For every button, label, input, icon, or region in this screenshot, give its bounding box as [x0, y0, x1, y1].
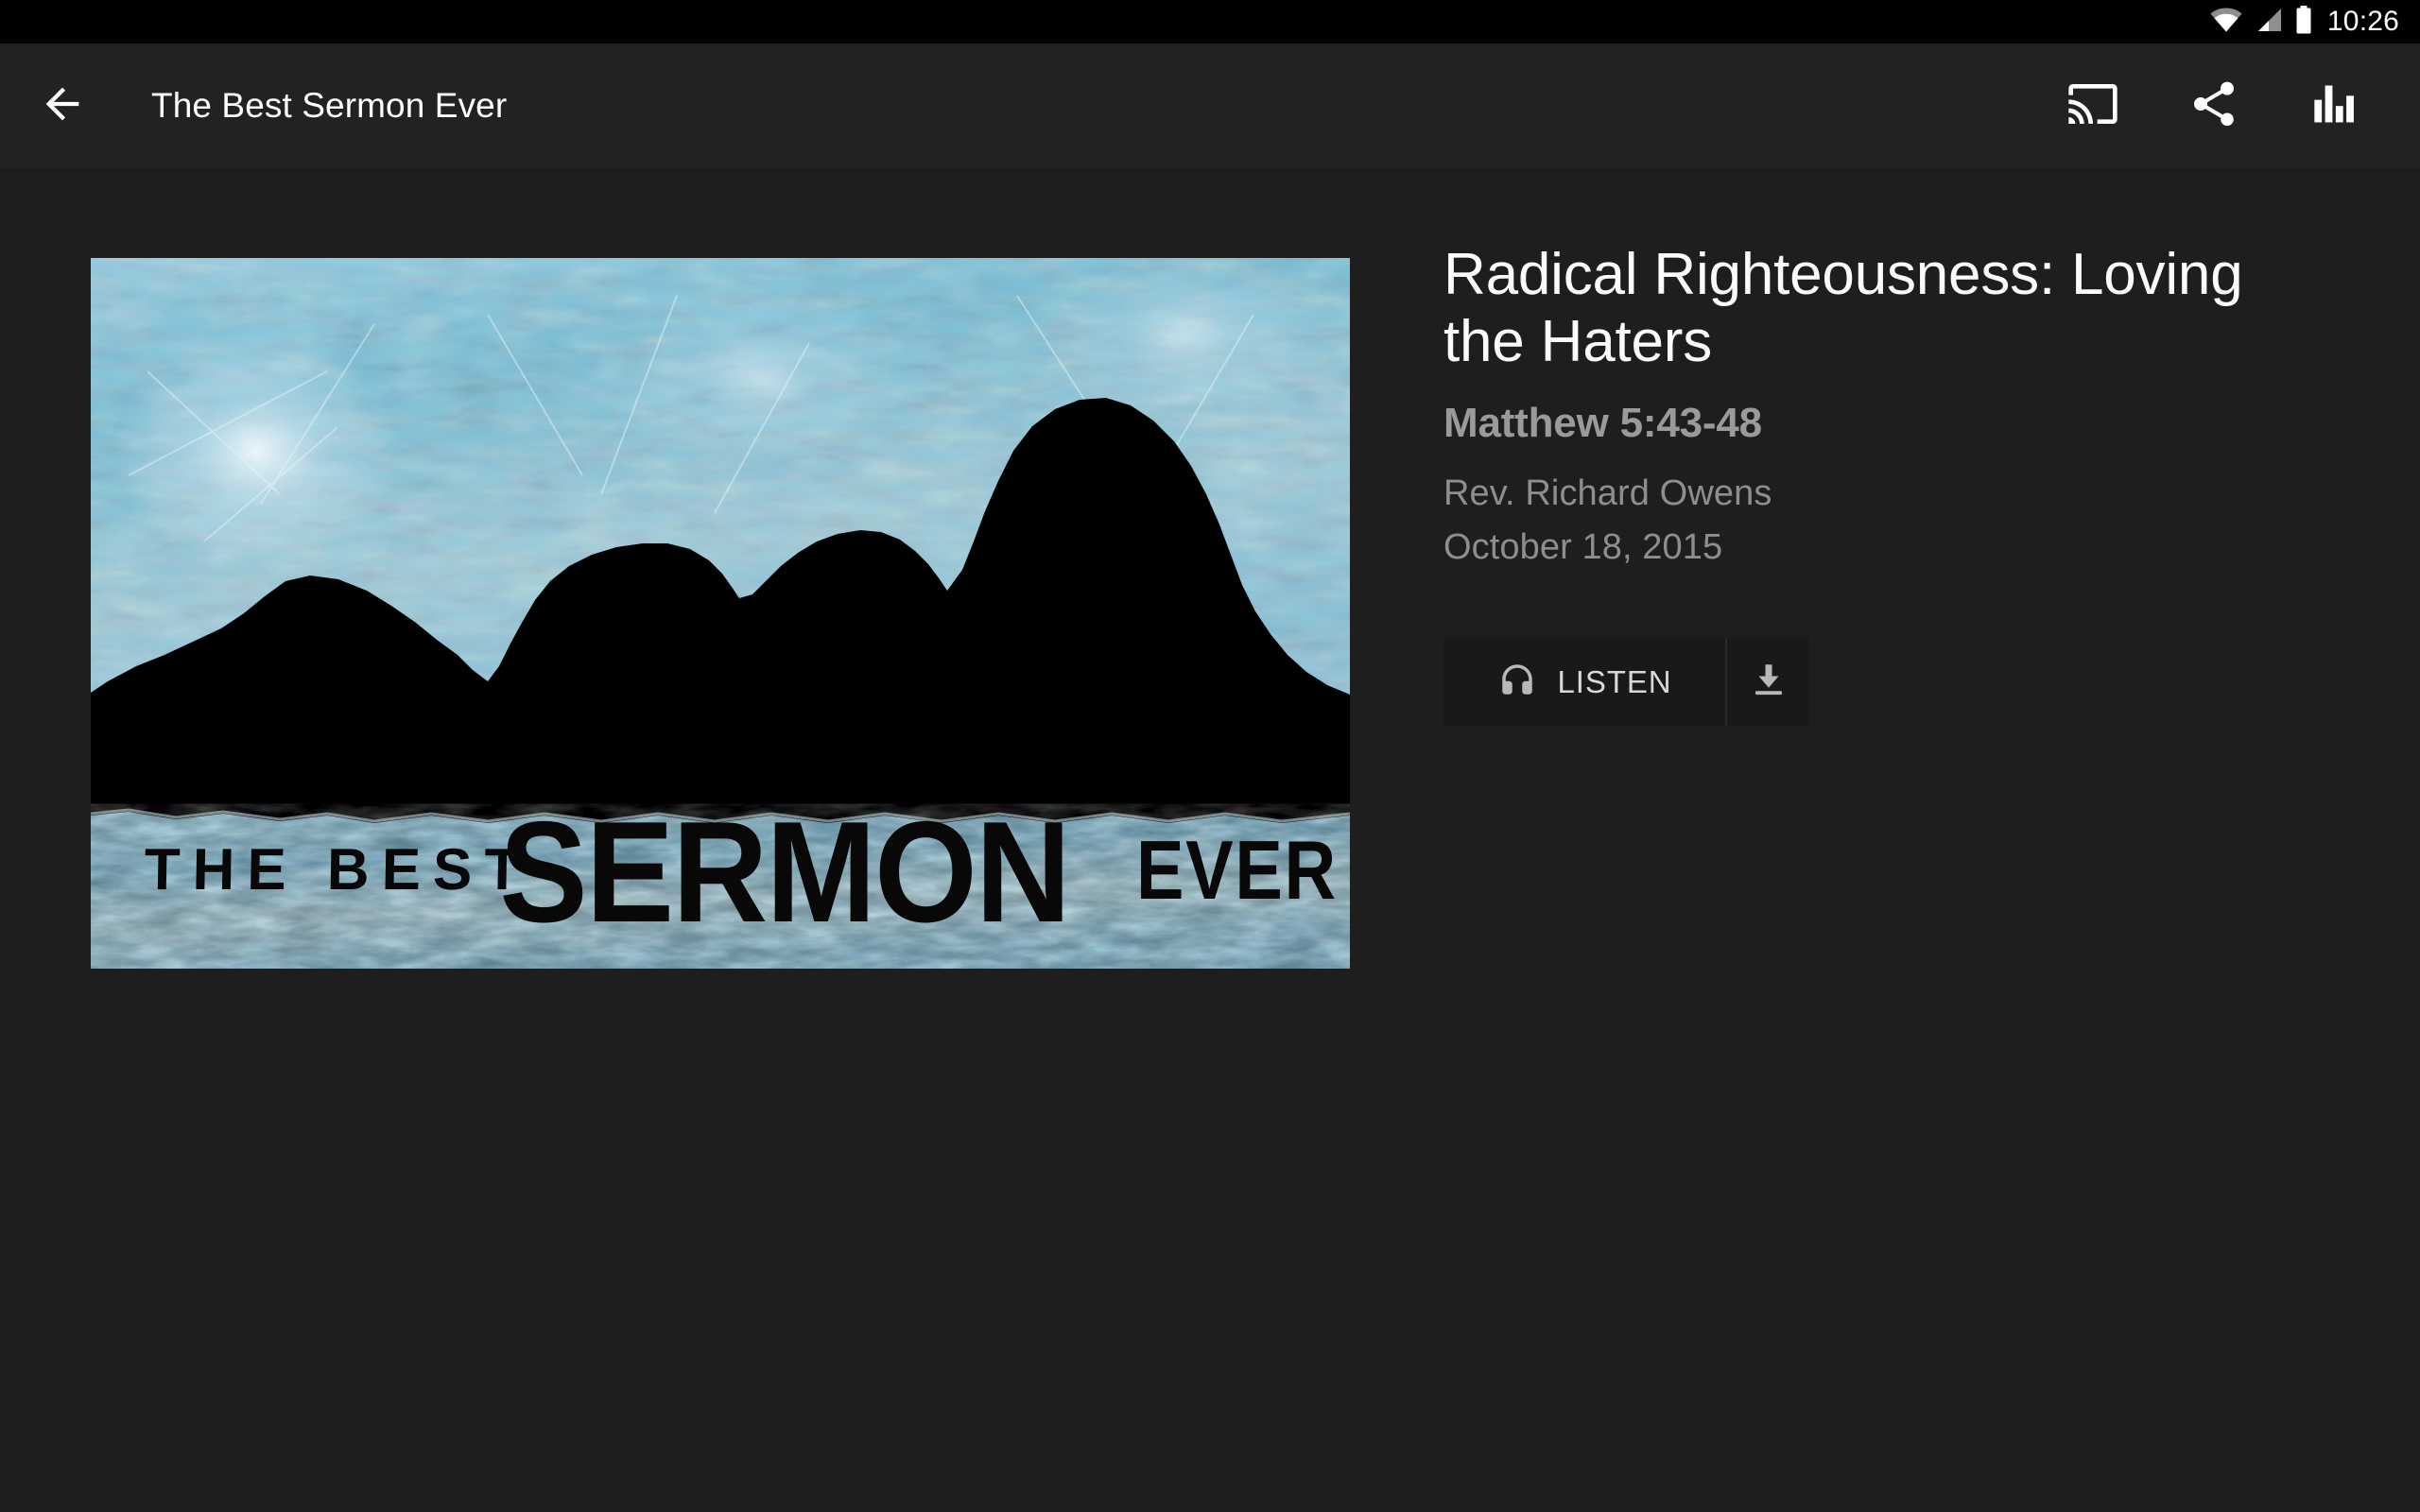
equalizer-button[interactable] [2295, 66, 2375, 146]
listen-button[interactable]: LISTEN [1443, 638, 1725, 727]
sermon-detail-panel: Radical Righteousness: Loving the Haters… [1443, 168, 2275, 727]
cellular-signal-icon [2256, 8, 2282, 37]
artwork-text-the-best: THE BEST [144, 837, 533, 902]
share-icon [2187, 77, 2240, 135]
sermon-scripture-reference: Matthew 5:43-48 [1443, 400, 1762, 447]
sermon-date: October 18, 2015 [1443, 527, 1723, 568]
sermon-artwork[interactable]: THE BEST SERMON EVER [91, 258, 1350, 969]
battery-icon [2295, 5, 2312, 39]
artwork-canvas: THE BEST SERMON EVER [91, 258, 1350, 969]
app-bar: The Best Sermon Ever [0, 43, 2420, 168]
wifi-icon [2210, 8, 2242, 37]
status-bar: 10:26 [0, 0, 2420, 43]
download-icon [1749, 660, 1789, 704]
content-area: THE BEST SERMON EVER Radical Righteousne… [0, 168, 2420, 1512]
sermon-title: Radical Righteousness: Loving the Haters [1443, 242, 2243, 374]
status-bar-clock: 10:26 [2326, 6, 2399, 37]
listen-button-label: LISTEN [1557, 663, 1672, 699]
share-button[interactable] [2174, 66, 2254, 146]
sermon-action-buttons: LISTEN [1443, 638, 1809, 727]
back-button[interactable] [17, 60, 108, 151]
status-bar-icons [2210, 5, 2312, 39]
artwork-text-ever: EVER [1136, 825, 1338, 918]
artwork-text-sermon: SERMON [499, 792, 1069, 953]
cast-icon [2066, 77, 2119, 135]
cast-button[interactable] [2053, 66, 2133, 146]
sermon-speaker: Rev. Richard Owens [1443, 473, 1772, 514]
app-bar-actions [2053, 66, 2375, 146]
back-arrow-icon [38, 79, 87, 133]
app-bar-title: The Best Sermon Ever [151, 86, 508, 125]
equalizer-icon [2310, 79, 2360, 133]
headphones-icon [1497, 660, 1537, 704]
download-button[interactable] [1727, 638, 1809, 727]
